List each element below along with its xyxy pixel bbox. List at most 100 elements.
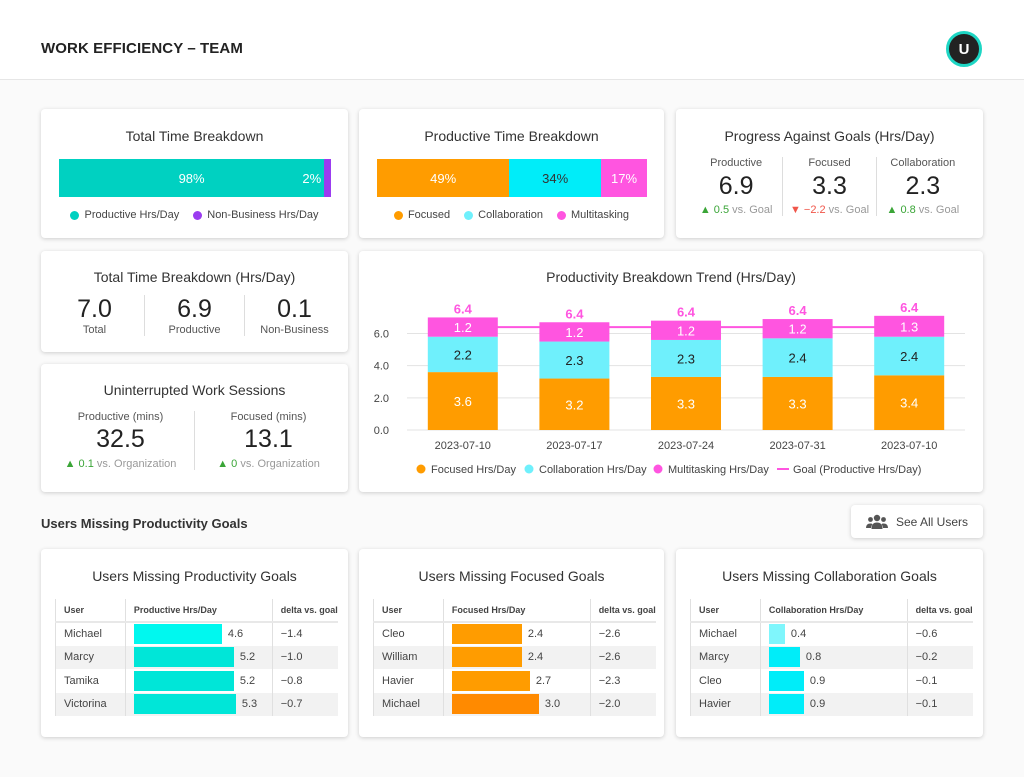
column-header[interactable]: delta vs. goal	[271, 599, 338, 623]
bar-value-label: 2.4	[900, 349, 918, 364]
legend-label: Multitasking	[570, 209, 630, 221]
bar-value-label: 2.3	[677, 351, 695, 366]
stat-label: Focused	[808, 157, 851, 169]
table-row[interactable]: Cleo 2.4 −2.6	[373, 622, 656, 646]
legend-label: Multitasking Hrs/Day	[668, 464, 769, 476]
stat-total: 7.0 Total	[45, 295, 144, 336]
value-bar	[768, 624, 785, 645]
productivity-trend-chart: 0.02.04.06.03.62.21.26.42023-07-103.22.3…	[374, 300, 965, 476]
legend-dot-icon	[653, 464, 663, 474]
user-avatar[interactable]: U	[946, 31, 982, 67]
value-bar	[451, 670, 530, 691]
collaboration-segment[interactable]: 34%	[509, 159, 602, 197]
column-header[interactable]: User	[373, 599, 444, 623]
value-cell: 5.2	[124, 669, 273, 693]
goal-stat-productive: Productive 6.9 ▲ 0.5 vs. Goal	[690, 157, 782, 216]
down-arrow-icon: ▼	[789, 204, 801, 216]
value-label: 2.4	[527, 628, 544, 641]
goal-value-label: 6.4	[454, 301, 473, 316]
table-row[interactable]: Cleo 0.9 −0.1	[690, 669, 973, 693]
value-label: 2.7	[535, 674, 552, 687]
table-row[interactable]: Michael 4.6 −1.4	[55, 622, 338, 646]
value-bar	[768, 647, 800, 668]
goal-value-label: 6.4	[789, 303, 808, 318]
card-title: Users Missing Focused Goals	[418, 568, 605, 584]
value-label: 2.4	[527, 651, 544, 664]
productive-time-legend: Focused Collaboration Multitasking	[359, 209, 664, 221]
table-header-row: User Collaboration Hrs/Day delta vs. goal	[690, 599, 973, 623]
value-bar	[133, 694, 236, 715]
user-name: Marcy	[690, 645, 761, 669]
table-row[interactable]: Tamika 5.2 −0.8	[55, 669, 338, 693]
column-header[interactable]: Focused Hrs/Day	[442, 599, 591, 623]
collaboration-pct: 34%	[542, 170, 569, 186]
delta-value: 0.1	[78, 458, 94, 470]
non-business-pct: 2%	[302, 170, 322, 186]
goals-stats: Productive 6.9 ▲ 0.5 vs. Goal Focused 3.…	[676, 157, 983, 216]
stat-label: Focused (mins)	[230, 411, 307, 423]
up-arrow-icon: ▲	[699, 204, 711, 216]
delta-cell: −0.1	[906, 692, 973, 716]
value-label: 4.6	[227, 628, 244, 641]
column-header[interactable]: Collaboration Hrs/Day	[759, 599, 908, 623]
focused-pct: 49%	[430, 170, 457, 186]
table-row[interactable]: Havier 2.7 −2.3	[373, 669, 656, 693]
legend-label: Collaboration Hrs/Day	[539, 464, 647, 476]
goal-point	[794, 323, 802, 331]
goal-stat-collaboration: Collaboration 2.3 ▲ 0.8 vs. Goal	[875, 157, 969, 216]
legend-productive: Productive Hrs/Day	[70, 209, 179, 221]
x-tick-label: 2023-07-17	[546, 440, 602, 452]
total-hours-stats: 7.0 Total 6.9 Productive 0.1 Non-Business	[41, 295, 348, 336]
legend-dot-icon	[70, 210, 80, 220]
delta-suffix: vs. Goal	[732, 204, 773, 216]
card-title: Uninterrupted Work Sessions	[103, 382, 286, 398]
table-row[interactable]: Victorina 5.3 −0.7	[55, 692, 338, 716]
column-header[interactable]: delta vs. goal	[906, 599, 973, 623]
table-row[interactable]: Michael 0.4 −0.6	[690, 622, 973, 646]
legend-label: Focused Hrs/Day	[431, 464, 516, 476]
user-name: William	[373, 645, 444, 669]
total-time-legend: Productive Hrs/Day Non-Business Hrs/Day	[41, 209, 348, 221]
productive-pct: 98%	[178, 170, 205, 186]
productive-segment[interactable]: 98% 2%	[59, 159, 325, 197]
column-header[interactable]: User	[690, 599, 761, 623]
legend-collaboration: Collaboration	[464, 209, 543, 221]
focused-segment[interactable]: 49%	[377, 159, 510, 197]
value-cell: 3.0	[442, 692, 591, 716]
card-title: Users Missing Collaboration Goals	[722, 568, 937, 584]
focused-goals-table-card: Users Missing Focused Goals User Focused …	[359, 549, 664, 737]
non-business-segment[interactable]	[324, 159, 331, 197]
legend-dot-icon	[524, 464, 534, 474]
page-header: WORK EFFICIENCY – TEAM U	[0, 0, 1024, 80]
stat-value: 7.0	[77, 295, 112, 323]
bar-value-label: 3.6	[454, 394, 472, 409]
legend-focused: Focused	[393, 209, 450, 221]
productive-time-breakdown-card: Productive Time Breakdown 49% 34% 17% Fo…	[359, 109, 664, 238]
value-bar	[768, 694, 804, 715]
table-row[interactable]: William 2.4 −2.6	[373, 645, 656, 669]
see-all-users-button[interactable]: See All Users	[851, 505, 983, 538]
stat-productive: 6.9 Productive	[144, 295, 244, 336]
user-name: Cleo	[690, 669, 761, 693]
users-group-icon	[865, 514, 888, 529]
bar-value-label: 3.4	[900, 396, 918, 411]
legend-label: Productive Hrs/Day	[84, 209, 180, 221]
legend-non-business: Non-Business Hrs/Day	[193, 209, 319, 221]
table-row[interactable]: Marcy 5.2 −1.0	[55, 645, 338, 669]
table-row[interactable]: Marcy 0.8 −0.2	[690, 645, 973, 669]
multitasking-segment[interactable]: 17%	[601, 159, 647, 197]
users-table: User Collaboration Hrs/Day delta vs. goal …	[690, 599, 973, 716]
table-row[interactable]: Havier 0.9 −0.1	[690, 692, 973, 716]
table-row[interactable]: Michael 3.0 −2.0	[373, 692, 656, 716]
delta-value: −2.2	[803, 204, 826, 216]
column-header[interactable]: delta vs. goal	[589, 599, 656, 623]
column-header[interactable]: User	[55, 599, 126, 623]
card-title: Productive Time Breakdown	[424, 128, 599, 144]
delta-suffix: vs. Goal	[828, 204, 870, 216]
stat-label: Productive (mins)	[77, 411, 164, 423]
productivity-goals-table-card: Users Missing Productivity Goals User Pro…	[41, 549, 348, 737]
column-header[interactable]: Productive Hrs/Day	[124, 599, 273, 623]
value-bar	[768, 670, 804, 691]
user-name: Marcy	[55, 645, 126, 669]
delta-value: 0.5	[713, 204, 730, 216]
